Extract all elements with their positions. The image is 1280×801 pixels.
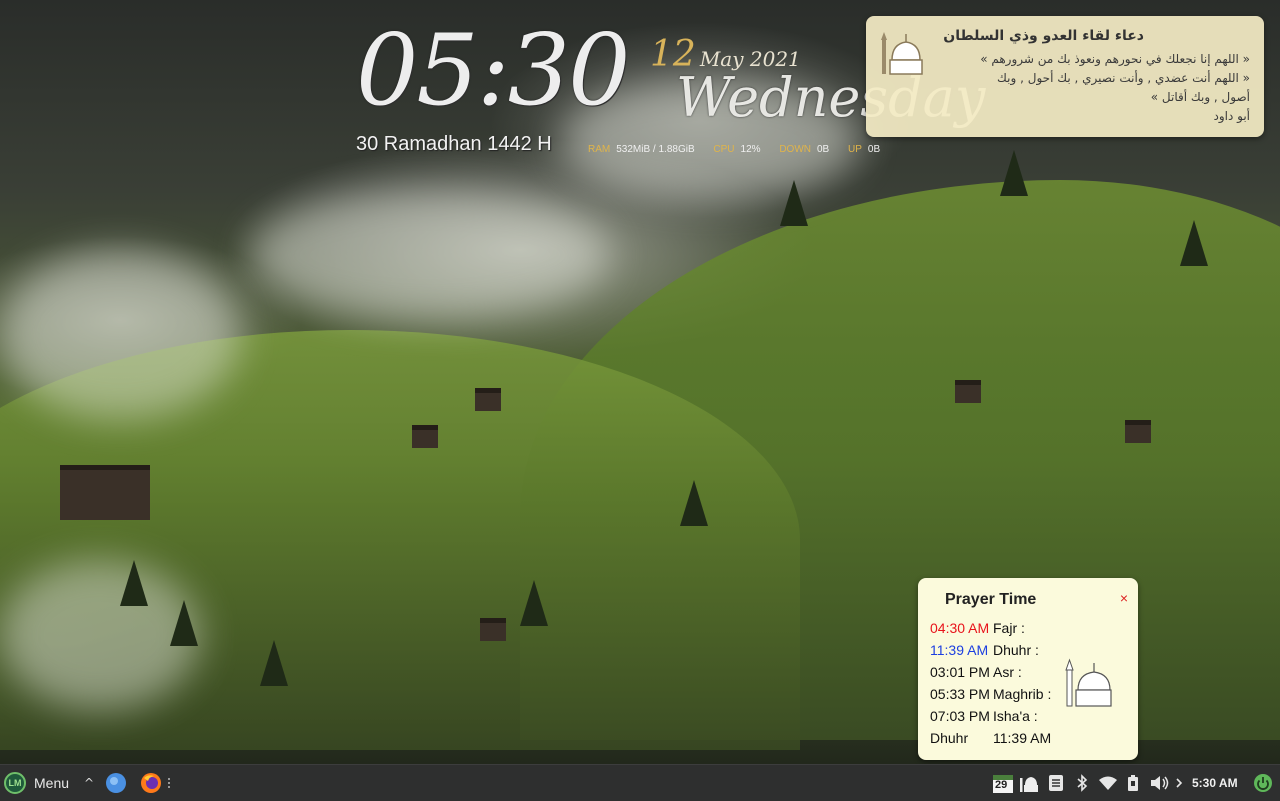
calendar-icon[interactable]: 29 <box>992 772 1014 794</box>
dua-line: أصول , وبك أقاتل » <box>1150 90 1250 104</box>
wallpaper-tree <box>1180 220 1208 266</box>
next-prayer: Dhuhr 11:39 AM <box>930 730 1051 746</box>
firefox-icon <box>141 773 161 793</box>
volume-icon[interactable] <box>1149 772 1171 794</box>
dua-source: أبو داود <box>1213 109 1250 123</box>
battery-icon[interactable] <box>1122 772 1144 794</box>
dua-body: « اللهم إنا نجعلك في نحورهم ونعوذ بك من … <box>930 50 1250 126</box>
prayer-name: Isha'a : <box>993 708 1038 724</box>
prayer-row-fajr: 04:30 AM Fajr : <box>930 620 1025 636</box>
dua-line: « اللهم أنت عضدي , وأنت نصيري , بك أحول … <box>997 71 1250 85</box>
stat-cpu-value: 12% <box>740 144 761 155</box>
dua-title: دعاء لقاء العدو وذي السلطان <box>943 28 1144 44</box>
files-icon <box>106 773 126 793</box>
wallpaper-hut <box>475 388 501 411</box>
prayer-time: 03:01 PM <box>930 664 990 680</box>
desklet-hijri-date: 30 Ramadhan 1442 H <box>356 133 552 155</box>
power-icon[interactable] <box>1252 772 1274 794</box>
stat-down-value: 0B <box>816 144 830 155</box>
desklet-system-stats: RAM 532MiB / 1.88GiB CPU 12% DOWN 0B UP 0B <box>588 144 896 155</box>
wallpaper-tree <box>260 640 288 686</box>
notes-icon[interactable] <box>1045 772 1067 794</box>
bluetooth-icon[interactable] <box>1071 772 1093 794</box>
prayer-name: Dhuhr : <box>993 642 1039 658</box>
menu-label: Menu <box>34 775 70 791</box>
prayer-row-dhuhr: 11:39 AM Dhuhr : <box>930 642 1039 658</box>
wallpaper-tree <box>170 600 198 646</box>
mosque-icon[interactable] <box>1018 772 1040 794</box>
prayer-name: Fajr : <box>993 620 1025 636</box>
prayer-widget-title: Prayer Time <box>945 591 1037 608</box>
mosque-icon <box>881 32 923 75</box>
wallpaper-hut <box>480 618 506 641</box>
wallpaper-tree <box>520 580 548 626</box>
wifi-icon[interactable] <box>1097 772 1119 794</box>
prayer-name: Maghrib : <box>993 686 1052 702</box>
wallpaper-hut <box>60 465 150 520</box>
prayer-row-asr: 03:01 PM Asr : <box>930 664 1022 680</box>
dua-line: « اللهم إنا نجعلك في نحورهم ونعوذ بك من … <box>980 52 1250 66</box>
firefox-launcher[interactable] <box>140 772 162 794</box>
stat-ram-value: 532MiB / 1.88GiB <box>616 144 695 155</box>
prayer-time: 07:03 PM <box>930 708 990 724</box>
stat-ram-label: RAM <box>588 144 611 155</box>
wallpaper-fog <box>250 190 610 320</box>
wallpaper-fog <box>0 250 240 420</box>
wallpaper-hut <box>955 380 981 403</box>
drag-handle-icon[interactable] <box>164 772 174 794</box>
next-prayer-time: 11:39 AM <box>993 730 1052 746</box>
file-manager-launcher[interactable] <box>105 772 127 794</box>
wallpaper-tree <box>680 480 708 526</box>
wallpaper-hut <box>412 425 438 448</box>
calendar-day: 29 <box>995 779 1008 791</box>
wallpaper-tree <box>1000 150 1028 196</box>
taskbar-clock[interactable]: 5:30 AM <box>1192 765 1238 801</box>
stat-up-label: UP <box>848 144 862 155</box>
prayer-row-maghrib: 05:33 PM Maghrib : <box>930 686 1051 702</box>
dua-notification[interactable]: دعاء لقاء العدو وذي السلطان « اللهم إنا … <box>866 16 1264 137</box>
prayer-time: 05:33 PM <box>930 686 990 702</box>
mosque-icon <box>1065 658 1112 707</box>
taskbar: LM Menu ^ 29 5:30 AM <box>0 764 1280 801</box>
close-icon[interactable]: × <box>1120 590 1128 606</box>
chevron-right-icon[interactable] <box>1172 772 1186 794</box>
prayer-time-widget: Prayer Time × 04:30 AM Fajr : 11:39 AM Dhu… <box>918 578 1138 760</box>
wallpaper-tree <box>120 560 148 606</box>
prayer-name: Asr : <box>993 664 1022 680</box>
chevron-up-icon[interactable]: ^ <box>78 772 100 794</box>
prayer-row-isha: 07:03 PM Isha'a : <box>930 708 1038 724</box>
stat-cpu-label: CPU <box>713 144 735 155</box>
mint-logo-icon: LM <box>4 772 26 794</box>
stat-up-value: 0B <box>867 144 881 155</box>
menu-button[interactable]: LM Menu <box>0 765 69 801</box>
desklet-clock-time: 05:30 <box>356 14 630 128</box>
prayer-time: 11:39 AM <box>930 642 989 658</box>
wallpaper-tree <box>780 180 808 226</box>
stat-down-label: DOWN <box>779 144 811 155</box>
next-prayer-name: Dhuhr <box>930 730 969 746</box>
prayer-time: 04:30 AM <box>930 620 990 636</box>
wallpaper-hut <box>1125 420 1151 443</box>
